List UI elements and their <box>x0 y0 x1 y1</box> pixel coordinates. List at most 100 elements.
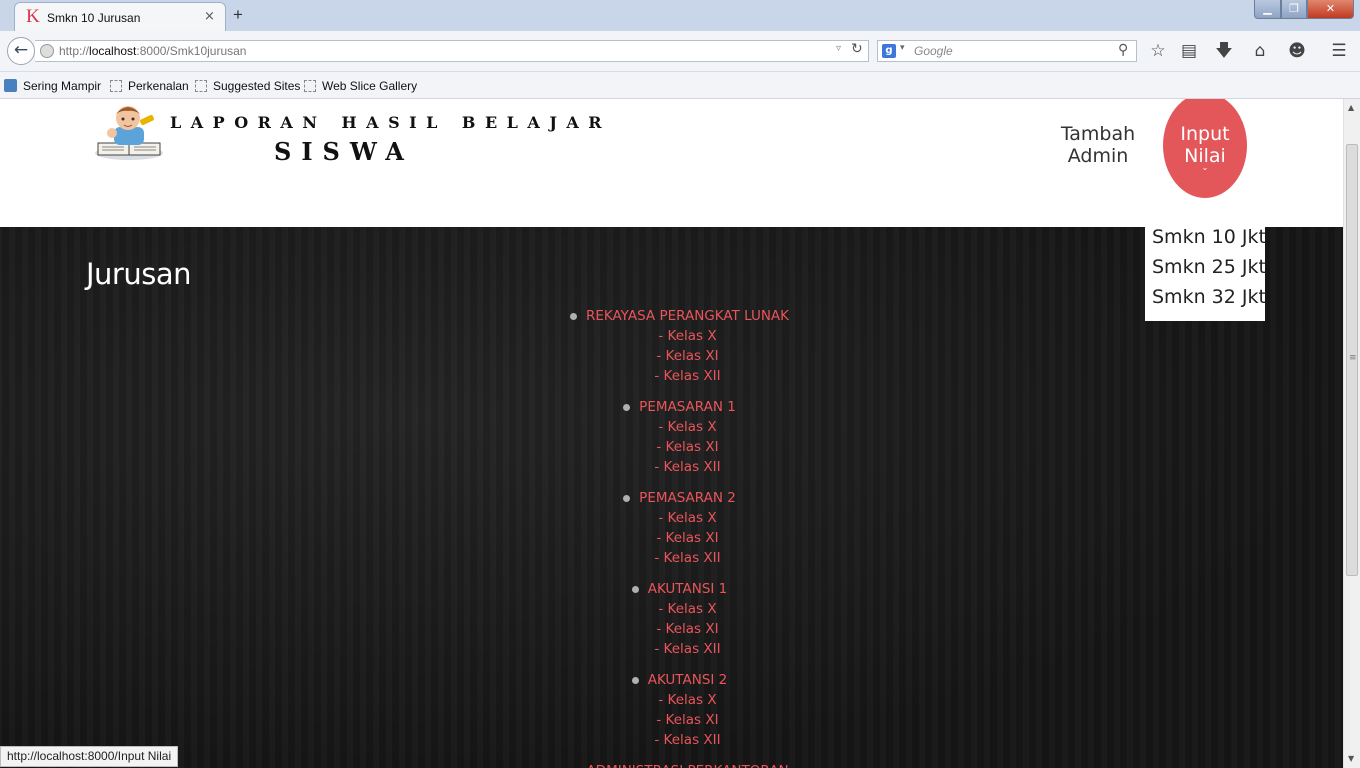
url-prefix: http:// <box>59 44 90 58</box>
kelas-link[interactable]: - Kelas X <box>0 417 1343 437</box>
download-icon[interactable]: 🡇 <box>1213 40 1235 62</box>
kelas-link[interactable]: - Kelas X <box>0 599 1343 619</box>
jurusan-link[interactable]: AKUTANSI 1 <box>631 579 728 599</box>
jurusan-list: REKAYASA PERANGKAT LUNAK - Kelas X- Kelas… <box>0 305 1343 768</box>
url-history-dropdown-icon[interactable]: ▿ <box>836 43 841 54</box>
kelas-link[interactable]: - Kelas XII <box>0 639 1343 659</box>
dropdown-item-smkn-10[interactable]: Smkn 10 Jkt <box>1145 223 1266 253</box>
page-title: Jurusan <box>86 257 192 291</box>
jurusan-name: ADMINISTRASI PERKANTORAN <box>586 763 788 768</box>
jurusan-name: AKUTANSI 1 <box>647 581 728 597</box>
kelas-link[interactable]: - Kelas XII <box>0 366 1343 386</box>
bookmark-star-icon[interactable]: ☆ <box>1147 40 1169 62</box>
search-input[interactable]: Google <box>914 44 953 58</box>
bookmark-page-icon <box>304 80 316 92</box>
kelas-link[interactable]: - Kelas XII <box>0 548 1343 568</box>
bullet-icon <box>569 313 577 320</box>
jurusan-link[interactable]: PEMASARAN 1 <box>623 397 736 417</box>
jurusan-name: REKAYASA PERANGKAT LUNAK <box>585 308 790 324</box>
bookmark-page-icon <box>195 80 207 92</box>
jurusan-name: PEMASARAN 1 <box>639 399 736 415</box>
site-title-line1: LAPORAN HASIL BELAJAR <box>170 113 612 132</box>
bookmark-suggested-sites[interactable]: Suggested Sites <box>195 79 300 93</box>
bookmark-web-slice-gallery[interactable]: Web Slice Gallery <box>304 79 417 93</box>
scrollbar-thumb[interactable]: ≡ <box>1346 144 1358 576</box>
reading-list-icon[interactable]: ▤ <box>1178 40 1200 62</box>
close-window-button[interactable]: ✕ <box>1307 0 1354 19</box>
site-header: LAPORAN HASIL BELAJAR SISWA Tambah Admin… <box>0 99 1343 227</box>
nav-input-nilai-label: Input Nilai <box>1180 123 1230 167</box>
jurusan-item: REKAYASA PERANGKAT LUNAK - Kelas X- Kelas… <box>0 305 1343 386</box>
dropdown-item-smkn-25[interactable]: Smkn 25 Jkt <box>1145 253 1266 283</box>
kelas-link[interactable]: - Kelas XII <box>0 730 1343 750</box>
kelas-link[interactable]: - Kelas X <box>0 508 1343 528</box>
reload-icon[interactable]: ↻ <box>851 41 863 57</box>
bullet-icon <box>631 586 639 593</box>
magnifier-icon[interactable]: ⚲ <box>1118 42 1128 58</box>
web-page: LAPORAN HASIL BELAJAR SISWA Tambah Admin… <box>0 99 1343 768</box>
kelas-link[interactable]: - Kelas XI <box>0 710 1343 730</box>
bullet-icon <box>623 495 631 502</box>
input-nilai-dropdown: Smkn 10 Jkt Smkn 25 Jkt Smkn 32 Jkt <box>1145 222 1266 321</box>
site-favicon-icon: K <box>26 6 40 27</box>
globe-icon <box>40 44 54 58</box>
bullet-icon <box>623 404 631 411</box>
jurusan-link[interactable]: REKAYASA PERANGKAT LUNAK <box>569 306 790 326</box>
search-engine-dropdown-icon[interactable]: ▾ <box>900 43 905 53</box>
back-arrow-icon[interactable]: ← <box>7 37 35 65</box>
dropdown-item-smkn-32[interactable]: Smkn 32 Jkt <box>1145 283 1266 313</box>
jurusan-item: ADMINISTRASI PERKANTORAN <box>0 760 1343 768</box>
bullet-icon <box>631 677 639 684</box>
tab-close-icon[interactable]: × <box>204 10 215 23</box>
tab-title: Smkn 10 Jurusan <box>47 11 141 25</box>
scroll-up-arrow-icon[interactable]: ▲ <box>1348 103 1354 112</box>
kelas-link[interactable]: - Kelas XI <box>0 437 1343 457</box>
search-bar[interactable]: g ▾ Google ⚲ <box>877 40 1137 62</box>
tab-active[interactable]: K Smkn 10 Jurusan × <box>14 2 226 32</box>
nav-input-nilai[interactable]: Input Nilai ⌄ <box>1163 99 1247 198</box>
address-url: http://localhost:8000/Smk10jurusan <box>59 44 246 58</box>
main-content: Jurusan REKAYASA PERANGKAT LUNAK - Kelas … <box>0 227 1343 768</box>
window-controls: ▁ ❐ ✕ <box>1254 0 1360 19</box>
nav-tambah-admin[interactable]: Tambah Admin <box>1050 123 1146 167</box>
url-path: :8000/Smk10jurusan <box>136 44 247 58</box>
kelas-link[interactable]: - Kelas X <box>0 690 1343 710</box>
kelas-link[interactable]: - Kelas X <box>0 326 1343 346</box>
bookmark-perkenalan[interactable]: Perkenalan <box>110 79 189 93</box>
chevron-down-icon: ⌄ <box>1201 163 1209 172</box>
page-scrollbar[interactable]: ▲ ≡ ▼ <box>1343 99 1360 768</box>
chat-icon[interactable]: ☻ <box>1286 40 1308 62</box>
minimize-button[interactable]: ▁ <box>1254 0 1281 19</box>
address-bar[interactable]: http://localhost:8000/Smk10jurusan ▿ ↻ <box>35 40 869 62</box>
jurusan-link[interactable]: ADMINISTRASI PERKANTORAN <box>586 761 788 768</box>
scrollbar-grip-icon: ≡ <box>1349 353 1357 363</box>
bookmark-page-icon <box>110 80 122 92</box>
jurusan-name: AKUTANSI 2 <box>647 672 728 688</box>
maximize-button[interactable]: ❐ <box>1281 0 1307 19</box>
bookmarks-bar: Sering Mampir Perkenalan Suggested Sites… <box>0 72 1360 99</box>
bookmark-label: Perkenalan <box>128 79 189 93</box>
url-host: localhost <box>89 44 137 58</box>
student-reading-logo-icon <box>95 106 163 160</box>
scroll-down-arrow-icon[interactable]: ▼ <box>1348 754 1354 763</box>
bookmark-label: Web Slice Gallery <box>322 79 418 93</box>
search-engine-icon[interactable]: g <box>882 44 896 58</box>
kelas-link[interactable]: - Kelas XI <box>0 619 1343 639</box>
bookmark-label: Suggested Sites <box>213 79 301 93</box>
bookmark-folder-icon <box>4 79 17 92</box>
kelas-link[interactable]: - Kelas XII <box>0 457 1343 477</box>
bookmark-label: Sering Mampir <box>23 79 102 93</box>
jurusan-link[interactable]: PEMASARAN 2 <box>623 488 736 508</box>
jurusan-link[interactable]: AKUTANSI 2 <box>631 670 728 690</box>
new-tab-button[interactable]: + <box>233 6 243 23</box>
kelas-link[interactable]: - Kelas XI <box>0 346 1343 366</box>
home-icon[interactable]: ⌂ <box>1249 40 1271 62</box>
hamburger-menu-icon[interactable]: ☰ <box>1328 40 1350 62</box>
jurusan-name: PEMASARAN 2 <box>639 490 736 506</box>
jurusan-item: PEMASARAN 2 - Kelas X- Kelas XI - Kelas XI… <box>0 487 1343 568</box>
browser-titlebar: K Smkn 10 Jurusan × + ▁ ❐ ✕ <box>0 0 1360 32</box>
jurusan-item: AKUTANSI 2 - Kelas X- Kelas XI - Kelas XII <box>0 669 1343 750</box>
bookmark-sering-mampir[interactable]: Sering Mampir <box>4 79 101 93</box>
status-bar-url: http://localhost:8000/Input Nilai <box>0 746 179 767</box>
kelas-link[interactable]: - Kelas XI <box>0 528 1343 548</box>
